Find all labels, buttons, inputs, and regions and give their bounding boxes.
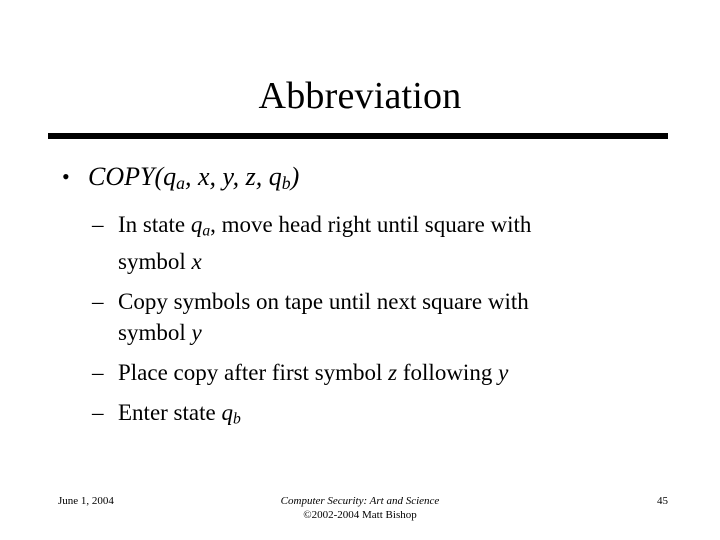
copy-arg-qb: qb — [268, 162, 291, 193]
sub-bullet-1-line2-pre: symbol — [118, 249, 192, 275]
sub-bullet-in-state-qa: – In state qa, move head right until squ… — [0, 209, 720, 277]
copy-arg-qb-base: q — [268, 162, 282, 191]
copy-arg-z: z — [245, 162, 256, 191]
sub-bullet-1-line2-var: x — [191, 249, 202, 275]
dash-marker-icon: – — [92, 360, 104, 386]
sub-bullet-2-line2: symbol y — [118, 317, 680, 348]
sub-bullet-place-copy: – Place copy after first symbol z follow… — [0, 357, 720, 388]
copy-close-paren: ) — [290, 162, 300, 191]
sub-bullet-copy-symbols: – Copy symbols on tape until next square… — [0, 286, 720, 348]
bullet-marker-icon: • — [62, 164, 70, 189]
slide-footer: June 1, 2004 Computer Security: Art and … — [0, 492, 720, 532]
sub-bullet-2-line2-var: y — [191, 320, 202, 346]
copy-arg-qb-sub: b — [281, 172, 291, 193]
sub-bullet-4-var-sub: b — [232, 410, 241, 428]
dash-marker-icon: – — [92, 211, 104, 237]
sub-bullet-1-var: qa — [190, 211, 211, 240]
copy-arg-x: x — [197, 162, 210, 191]
sub-bullet-1-line2: symbol x — [118, 246, 680, 277]
dash-marker-icon: – — [92, 400, 104, 426]
sub-bullet-2-pre: Copy symbols on tape until next square w… — [118, 289, 529, 315]
copy-sep-1: , — [184, 162, 198, 191]
sub-bullet-3-var-z: z — [388, 360, 398, 386]
sub-bullet-4-var: qb — [221, 400, 241, 428]
dash-marker-icon: – — [92, 289, 104, 315]
copy-sep-3: , — [232, 162, 246, 191]
copy-arg-qa-sub: a — [176, 172, 185, 193]
sub-bullet-enter-state-qb: – Enter state qb — [0, 397, 720, 434]
sub-bullet-1-var-base: q — [190, 211, 203, 237]
slide-body: • COPY(qa, x, y, z, qb) – In state qa, m… — [0, 160, 720, 435]
footer-page-number: 45 — [657, 495, 668, 507]
sub-bullet-4-pre: Enter state — [118, 400, 222, 426]
sub-bullet-3-var-y: y — [498, 360, 509, 386]
copy-arg-qa: qa — [163, 162, 185, 193]
sub-bullet-3-post: following — [397, 360, 499, 386]
sub-bullet-1-post: , move head right until square with — [210, 211, 532, 237]
sub-bullet-1-pre: In state — [118, 211, 191, 237]
sub-bullet-3-pre: Place copy after first symbol — [118, 360, 389, 386]
footer-copyright: ©2002-2004 Matt Bishop — [303, 509, 417, 521]
sub-bullet-2-line2-pre: symbol — [118, 320, 192, 346]
sub-bullet-4-var-base: q — [221, 400, 233, 426]
copy-name: COPY — [88, 162, 155, 191]
sub-bullet-1-var-sub: a — [202, 222, 211, 240]
bullet-copy-signature: • COPY(qa, x, y, z, qb) — [0, 160, 720, 200]
copy-arg-qa-base: q — [163, 162, 177, 191]
footer-center: Computer Security: Art and Science ©2002… — [0, 494, 720, 522]
copy-arg-y: y — [222, 162, 233, 191]
title-divider — [48, 133, 668, 139]
slide: Abbreviation • COPY(qa, x, y, z, qb) – I… — [0, 0, 720, 540]
copy-sep-2: , — [209, 162, 223, 191]
copy-sep-4: , — [255, 162, 269, 191]
copy-open-paren: ( — [154, 162, 164, 191]
page-title: Abbreviation — [258, 75, 462, 117]
footer-book-title: Computer Security: Art and Science — [280, 495, 440, 507]
